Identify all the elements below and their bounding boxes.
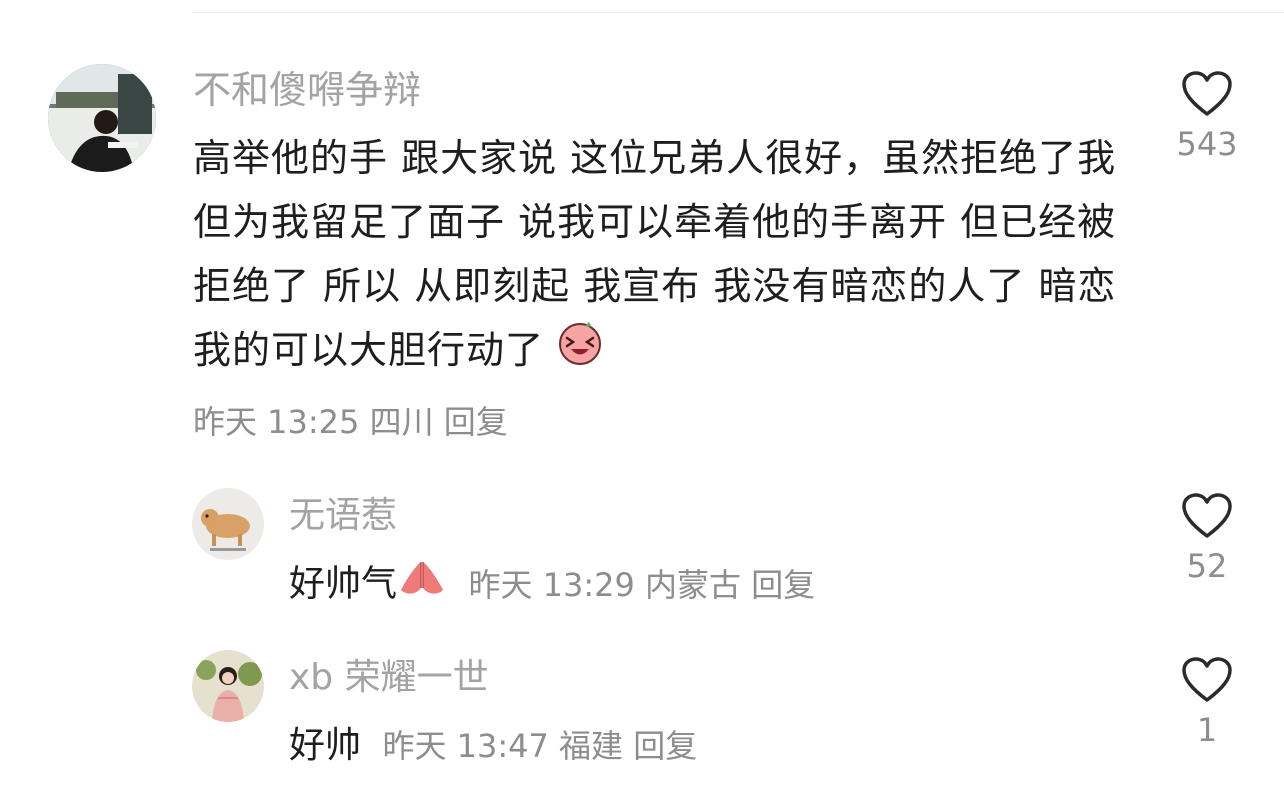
avatar-image (192, 488, 264, 560)
avatar[interactable] (192, 650, 264, 722)
like-count: 1 (1196, 711, 1218, 749)
reply-button[interactable]: 回复 (751, 566, 815, 604)
top-divider (192, 12, 1284, 13)
comment-text: 高举他的手 跟大家说 这位兄弟人很好，虽然拒绝了我 但为我留足了面子 说我可以牵… (193, 126, 1133, 385)
like-control: 52 (1152, 492, 1262, 582)
reply-text: 好帅 昨天 13:47 福建 回复 (289, 720, 697, 772)
heart-icon[interactable] (1181, 492, 1233, 540)
comment-time: 昨天 13:25 (193, 403, 360, 441)
like-control: 1 (1152, 656, 1262, 746)
reply-text-body: 好帅 (289, 725, 362, 766)
like-count: 543 (1176, 125, 1238, 163)
avatar[interactable] (192, 488, 264, 560)
reply-time: 昨天 13:29 (468, 565, 635, 604)
reply-button[interactable]: 回复 (633, 727, 697, 765)
like-control: 543 (1152, 70, 1262, 160)
praying-hands-emoji (397, 558, 447, 613)
comment-text-body: 高举他的手 跟大家说 这位兄弟人很好，虽然拒绝了我 但为我留足了面子 说我可以牵… (193, 136, 1117, 372)
reply-text: 好帅气 昨天 13:29 内蒙古 回复 (289, 558, 815, 613)
reply-text-body: 好帅气 (289, 563, 398, 605)
laughing-face-emoji (557, 320, 603, 385)
avatar[interactable] (48, 64, 156, 172)
reply-username[interactable]: 无语惹 (289, 492, 397, 540)
reply-meta: 昨天 13:47 福建 回复 (382, 727, 697, 765)
reply-button[interactable]: 回复 (444, 403, 508, 441)
reply-meta: 昨天 13:29 内蒙古 回复 (468, 566, 815, 604)
heart-icon[interactable] (1181, 656, 1233, 704)
comment-meta: 昨天 13:25 四川 回复 (193, 398, 508, 446)
like-count: 52 (1186, 547, 1228, 585)
reply-time: 昨天 13:47 (382, 727, 549, 765)
comment-location: 四川 (369, 403, 434, 441)
reply-username[interactable]: xb 荣耀一世 (289, 654, 489, 702)
heart-icon[interactable] (1181, 70, 1233, 118)
avatar-image (192, 650, 264, 722)
reply-location: 内蒙古 (645, 565, 742, 604)
avatar-image (48, 64, 156, 172)
comment-username[interactable]: 不和傻嘚争辩 (193, 64, 421, 116)
reply-location: 福建 (559, 727, 624, 765)
